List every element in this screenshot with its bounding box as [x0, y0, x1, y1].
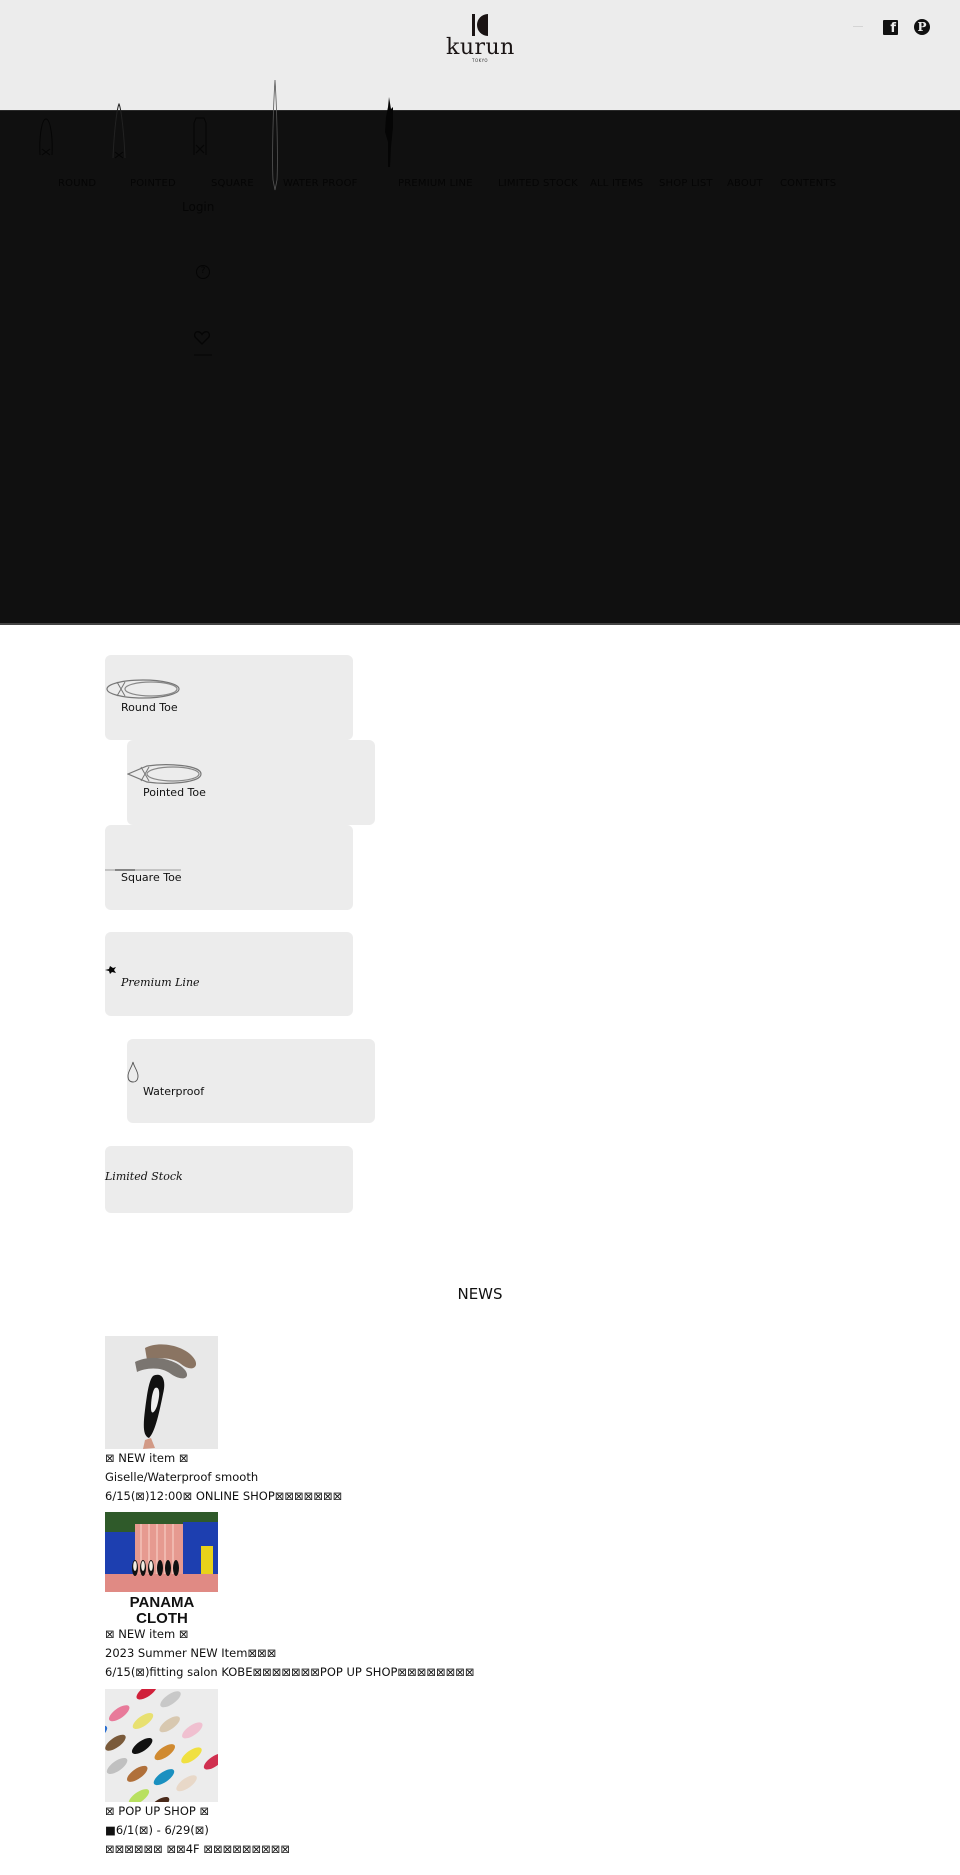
panama-cloth-photo[interactable]: PANAMA CLOTH [105, 1512, 218, 1625]
nav-item-pointed[interactable]: POINTED [130, 178, 176, 189]
category-card-square-toe[interactable]: Square Toe [105, 825, 353, 910]
help-icon[interactable]: ? [196, 265, 210, 279]
news-line: Giselle/Waterproof smooth [105, 1470, 259, 1484]
news-item[interactable]: ⊠ POP UP SHOP ⊠ ■6/1(⊠) - 6/29(⊠) ⊠⊠⊠⊠⊠⊠… [105, 1689, 805, 1859]
news-heading: NEWS [457, 1285, 503, 1303]
category-label: Limited Stock [105, 1170, 183, 1183]
pointed-toe-icon[interactable] [111, 102, 127, 160]
colorful-flats-photo[interactable] [105, 1689, 218, 1802]
premium-line-icon [105, 960, 117, 979]
nav-item-premium-line[interactable]: PREMIUM LINE [398, 178, 473, 189]
nav-item-waterproof[interactable]: WATER PROOF [283, 178, 358, 189]
image-caption-line: PANAMA [130, 1594, 195, 1611]
news-line: ⊠⊠⊠⊠⊠⊠ ⊠⊠4F ⊠⊠⊠⊠⊠⊠⊠⊠⊠ [105, 1842, 291, 1856]
round-toe-icon[interactable] [38, 115, 54, 157]
nav-item-round[interactable]: ROUND [58, 178, 96, 189]
nav-item-contents[interactable]: CONTENTS [780, 178, 836, 189]
waterproof-icon[interactable] [270, 80, 280, 192]
news-line: ⊠ NEW item ⊠ [105, 1451, 189, 1465]
category-card-pointed-toe[interactable]: Pointed Toe [126, 740, 375, 825]
site-header: kurun TOKYO f P [0, 0, 960, 110]
nav-item-all-items[interactable]: ALL ITEMS [590, 178, 643, 189]
category-label: Round Toe [121, 701, 178, 714]
category-card-premium-line[interactable]: Premium Line [105, 932, 353, 1016]
category-label: Waterproof [143, 1085, 205, 1098]
news-line: ⊠ NEW item ⊠ [105, 1627, 189, 1641]
news-line: ■6/1(⊠) - 6/29(⊠) [105, 1823, 209, 1837]
nav-item-square[interactable]: SQUARE [211, 178, 254, 189]
favorites-label [194, 354, 212, 356]
category-card-waterproof[interactable]: Waterproof [127, 1039, 375, 1123]
news-line: 6/15(⊠)12:00⊠ ONLINE SHOP⊠⊠⊠⊠⊠⊠⊠ [105, 1489, 343, 1503]
heart-icon[interactable] [193, 330, 211, 349]
water-drop-icon [127, 1061, 139, 1087]
category-label: Square Toe [121, 871, 182, 884]
login-link[interactable]: Login [182, 200, 214, 214]
nav-item-about[interactable]: ABOUT [727, 178, 763, 189]
pinterest-icon[interactable]: P [914, 19, 930, 35]
category-card-limited-stock[interactable]: Limited Stock [105, 1146, 353, 1213]
news-item[interactable]: PANAMA CLOTH ⊠ NEW item ⊠ 2023 Summer NE… [105, 1512, 805, 1682]
facebook-icon[interactable]: f [883, 20, 898, 35]
kurun-logo[interactable]: kurun TOKYO [446, 14, 514, 66]
news-line: ⊠ POP UP SHOP ⊠ [105, 1804, 210, 1818]
nav-item-limited-stock[interactable]: LIMITED STOCK [498, 178, 578, 189]
nav-item-shop-list[interactable]: SHOP LIST [659, 178, 713, 189]
image-caption-line: CLOTH [136, 1610, 188, 1625]
news-item[interactable]: ⊠ NEW item ⊠ Giselle/Waterproof smooth 6… [105, 1336, 805, 1506]
square-toe-icon[interactable] [192, 115, 208, 157]
logo-wordmark: kurun [446, 35, 515, 60]
logo-mark-icon [471, 14, 489, 36]
category-label: Premium Line [121, 976, 200, 989]
news-line: 6/15(⊠)fitting salon KOBE⊠⊠⊠⊠⊠⊠⊠POP UP S… [105, 1665, 475, 1679]
header-divider [853, 26, 863, 27]
category-label: Pointed Toe [143, 786, 206, 799]
news-line: 2023 Summer NEW Item⊠⊠⊠ [105, 1646, 277, 1660]
shoes-held-in-hand-photo[interactable] [105, 1336, 218, 1449]
premium-line-icon[interactable] [384, 97, 396, 169]
category-card-round-toe[interactable]: Round Toe [105, 655, 353, 740]
